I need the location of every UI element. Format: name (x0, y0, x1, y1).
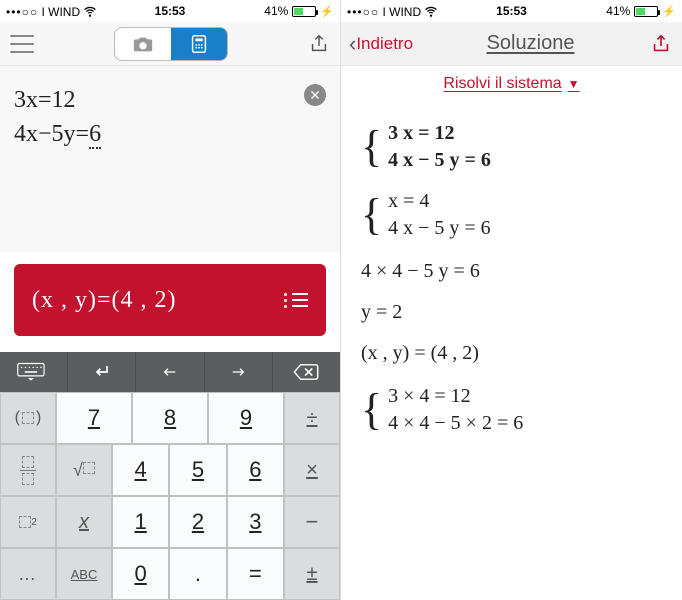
key-abc[interactable]: ABC (56, 548, 112, 600)
key-8[interactable]: 8 (132, 392, 208, 444)
system-2: { x = 44 x − 5 y = 6 (361, 188, 662, 242)
key-plusminus[interactable]: ± (284, 548, 340, 600)
wifi-icon (424, 5, 438, 19)
key-4[interactable]: 4 (112, 444, 169, 496)
camera-mode-button[interactable] (115, 28, 171, 60)
key-7[interactable]: 7 (56, 392, 132, 444)
empty-area (0, 161, 340, 252)
keypad-mode-button[interactable] (171, 28, 227, 60)
screen-solution: •••○○ I WIND 15:53 41% ⚡ ‹ Indietro Solu… (341, 0, 682, 600)
keyboard-toolbar (0, 352, 340, 392)
battery-icon (292, 6, 316, 17)
key-2[interactable]: 2 (169, 496, 226, 548)
hide-keyboard-button[interactable] (0, 352, 68, 392)
key-fraction[interactable] (0, 444, 56, 496)
key-1[interactable]: 1 (112, 496, 169, 548)
newline-button[interactable] (68, 352, 136, 392)
key-3[interactable]: 3 (227, 496, 284, 548)
status-time: 15:53 (496, 4, 527, 18)
method-label: Risolvi il sistema (443, 75, 561, 93)
equation-line-1: 3x=12 (14, 84, 326, 118)
charging-icon: ⚡ (662, 5, 676, 18)
clear-button[interactable] (304, 84, 326, 106)
signal-dots: •••○○ I WIND (347, 4, 438, 19)
back-chevron-icon[interactable]: ‹ (349, 31, 356, 57)
result-card[interactable]: (x , y)=(4 , 2) (14, 264, 326, 336)
step-5: (x , y) = (4 , 2) (361, 342, 662, 365)
page-title: Soluzione (487, 32, 575, 55)
battery-percent: 41% (264, 4, 288, 18)
result-text: (x , y)=(4 , 2) (32, 287, 177, 314)
cursor-right-button[interactable] (205, 352, 273, 392)
wifi-icon (83, 5, 97, 19)
menu-button[interactable] (8, 33, 36, 55)
signal-dots: •••○○ I WIND (6, 4, 97, 19)
key-dot[interactable]: . (169, 548, 226, 600)
battery-percent: 41% (606, 4, 630, 18)
system-1: { 3 x = 124 x − 5 y = 6 (361, 120, 662, 174)
key-6[interactable]: 6 (227, 444, 284, 496)
system-3: { 3 × 4 = 124 × 4 − 5 × 2 = 6 (361, 383, 662, 437)
equation-line-2: 4x−5y=6 (14, 118, 326, 152)
step-3: 4 × 4 − 5 y = 6 (361, 260, 662, 283)
chevron-down-icon: ▼ (568, 77, 580, 91)
key-sqrt[interactable]: √ (56, 444, 112, 496)
solution-steps: { 3 x = 124 x − 5 y = 6 { x = 44 x − 5 y… (341, 102, 682, 459)
keypad: () 7 8 9 ÷ √ 4 5 6 × 2 x 1 2 3 − … ABC 0… (0, 392, 340, 600)
backspace-button[interactable] (273, 352, 340, 392)
battery-icon (634, 6, 658, 17)
key-multiply[interactable]: × (284, 444, 340, 496)
screen-editor: •••○○ I WIND 15:53 41% ⚡ 3x=12 4x−5y=6 (0, 0, 341, 600)
back-button[interactable]: Indietro (356, 34, 413, 54)
step-4: y = 2 (361, 301, 662, 324)
key-0[interactable]: 0 (112, 548, 169, 600)
key-power[interactable]: 2 (0, 496, 56, 548)
steps-icon (284, 293, 308, 308)
mode-toggle (114, 27, 228, 61)
key-divide[interactable]: ÷ (284, 392, 340, 444)
share-button[interactable] (306, 31, 332, 57)
key-9[interactable]: 9 (208, 392, 284, 444)
method-dropdown[interactable]: Risolvi il sistema ▼ (341, 66, 682, 102)
header: ‹ Indietro Soluzione (341, 22, 682, 66)
cursor-left-button[interactable] (136, 352, 204, 392)
status-bar: •••○○ I WIND 15:53 41% ⚡ (341, 0, 682, 22)
key-parens[interactable]: () (0, 392, 56, 444)
status-time: 15:53 (155, 4, 186, 18)
key-5[interactable]: 5 (169, 444, 226, 496)
equation-editor[interactable]: 3x=12 4x−5y=6 (0, 66, 340, 161)
share-button[interactable] (648, 31, 674, 57)
status-bar: •••○○ I WIND 15:53 41% ⚡ (0, 0, 340, 22)
header (0, 22, 340, 66)
key-equals[interactable]: = (227, 548, 284, 600)
key-x[interactable]: x (56, 496, 112, 548)
charging-icon: ⚡ (320, 5, 334, 18)
key-more[interactable]: … (0, 548, 56, 600)
key-minus[interactable]: − (284, 496, 340, 548)
